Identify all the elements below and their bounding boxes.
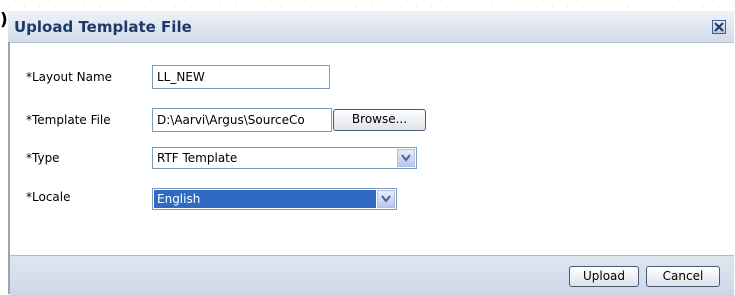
- cancel-button[interactable]: Cancel: [646, 266, 720, 287]
- chevron-down-icon[interactable]: [397, 149, 415, 167]
- template-file-label: *Template File: [26, 113, 111, 127]
- type-label: *Type: [26, 151, 60, 165]
- upload-button[interactable]: Upload: [569, 266, 639, 287]
- chevron-down-icon[interactable]: [377, 190, 395, 208]
- cursor-icon: ): [0, 10, 8, 30]
- layout-name-label: *Layout Name: [26, 70, 113, 84]
- background-window-text: · · · · · · · · · · · · · · · · · · · · …: [8, 3, 734, 11]
- locale-select[interactable]: English: [152, 188, 397, 210]
- dialog-title: Upload Template File: [14, 18, 192, 36]
- upload-template-dialog: · · · · · · · · · · · · · · · · · · · · …: [0, 0, 735, 295]
- dialog-titlebar[interactable]: Upload Template File: [8, 11, 734, 43]
- type-select[interactable]: RTF Template: [152, 147, 417, 169]
- template-file-input[interactable]: D:\Aarvi\Argus\SourceCo: [152, 108, 332, 132]
- browse-button[interactable]: Browse...: [333, 109, 426, 131]
- close-icon[interactable]: [712, 20, 726, 34]
- locale-label: *Locale: [26, 190, 71, 204]
- dialog-footer: Upload Cancel: [10, 255, 734, 295]
- layout-name-input[interactable]: LL_NEW: [152, 65, 330, 89]
- locale-select-value: English: [157, 192, 201, 206]
- type-select-value: RTF Template: [157, 151, 238, 165]
